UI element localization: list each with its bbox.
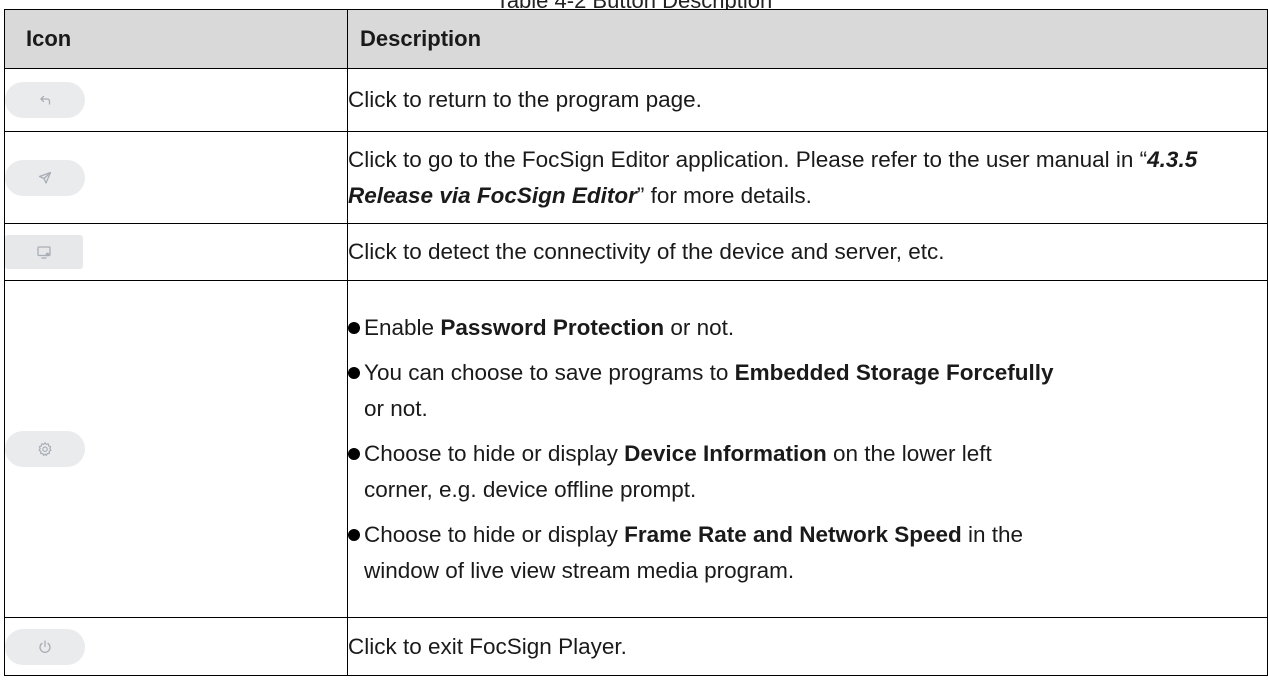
list-item: Choose to hide or display Device Informa… (348, 436, 1267, 508)
button-description-table: Icon Description Click to return to the … (4, 9, 1268, 676)
return-icon (40, 95, 51, 105)
icon-cell (4, 68, 348, 132)
detect-button[interactable] (5, 235, 83, 269)
table-row: Click to exit FocSign Player. (4, 617, 1268, 676)
icon-cell (4, 131, 348, 224)
list-item: Choose to hide or display Frame Rate and… (348, 517, 1267, 589)
description-cell: Click to go to the FocSign Editor applic… (347, 131, 1268, 224)
settings-option-list: Enable Password Protection or not. You c… (348, 310, 1267, 589)
bullet-icon (348, 321, 360, 334)
send-icon (38, 171, 52, 184)
icon-cell (4, 223, 348, 281)
description-text: Click to return to the program page. (348, 87, 702, 112)
return-button[interactable] (5, 82, 85, 118)
table-row: Enable Password Protection or not. You c… (4, 280, 1268, 618)
description-cell: Enable Password Protection or not. You c… (347, 280, 1268, 618)
bullet-icon (348, 528, 360, 541)
icon-cell (4, 617, 348, 676)
description-text: Click to detect the connectivity of the … (348, 239, 945, 264)
list-item: Enable Password Protection or not. (348, 310, 1267, 346)
description-cell: Click to return to the program page. (347, 68, 1268, 132)
icon-cell (4, 280, 348, 618)
table-row: Click to return to the program page. (4, 68, 1268, 132)
power-icon (39, 639, 51, 653)
table-header-row: Icon Description (4, 9, 1268, 69)
settings-button[interactable] (5, 431, 85, 467)
description-text: Click to go to the FocSign Editor applic… (348, 146, 1148, 172)
exit-button[interactable] (5, 628, 85, 665)
description-cell: Click to detect the connectivity of the … (347, 223, 1268, 281)
bullet-icon (348, 366, 360, 379)
settings-icon (38, 442, 52, 456)
table-row: Click to go to the FocSign Editor applic… (4, 131, 1268, 224)
bullet-icon (348, 447, 360, 460)
monitor-icon (37, 246, 51, 259)
description-cell: Click to exit FocSign Player. (347, 617, 1268, 676)
header-icon: Icon (4, 9, 348, 69)
header-description: Description (347, 9, 1268, 69)
description-text: Click to exit FocSign Player. (348, 633, 627, 659)
list-item: You can choose to save programs to Embed… (348, 355, 1267, 427)
editor-button[interactable] (5, 159, 85, 196)
table-row: Click to detect the connectivity of the … (4, 223, 1268, 281)
description-text-end: ” for more details. (636, 182, 812, 208)
